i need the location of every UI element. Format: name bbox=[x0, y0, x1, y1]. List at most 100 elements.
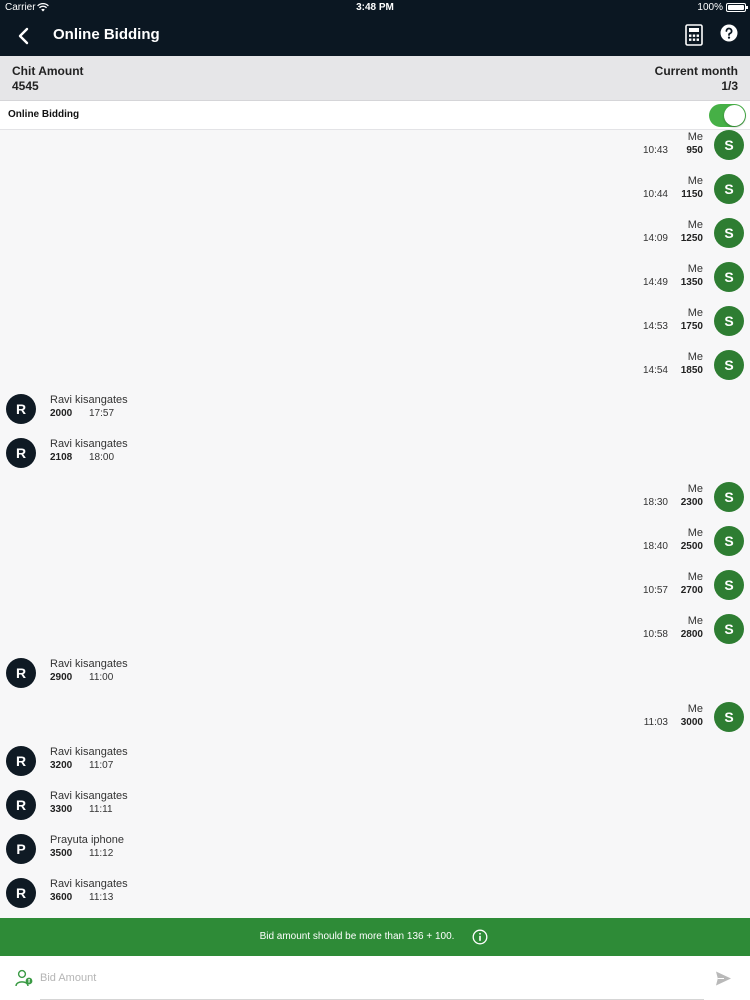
chit-info-bar: Chit Amount 4545 Current month 1/3 bbox=[0, 56, 750, 101]
status-bar: Carrier 3:48 PM 100% bbox=[0, 0, 750, 16]
bidder-avatar[interactable]: R bbox=[6, 394, 36, 424]
bid-item: R Ravi kisangates 2900 11:00 bbox=[0, 658, 750, 702]
bid-amount-input[interactable] bbox=[40, 966, 700, 990]
person-icon bbox=[14, 968, 34, 988]
bidder-name: Ravi kisangates bbox=[50, 394, 128, 406]
bid-time: 11:12 bbox=[89, 848, 114, 859]
help-button[interactable] bbox=[720, 24, 738, 42]
bidder-avatar[interactable]: S bbox=[714, 526, 744, 556]
bidder-name: Me bbox=[687, 571, 703, 583]
bid-rule-info-button[interactable] bbox=[472, 929, 488, 945]
bid-amount: 3600 bbox=[50, 892, 73, 903]
bid-item: S Me 2300 18:30 bbox=[0, 482, 750, 526]
bidder-avatar[interactable]: S bbox=[714, 702, 744, 732]
bid-time: 11:07 bbox=[89, 760, 114, 771]
bidder-name: Me bbox=[687, 351, 703, 363]
bidder-avatar[interactable]: S bbox=[714, 218, 744, 248]
bid-amount: 950 bbox=[686, 145, 703, 156]
bidder-avatar[interactable]: P bbox=[6, 834, 36, 864]
bidder-avatar[interactable]: S bbox=[714, 350, 744, 380]
bidder-avatar[interactable]: R bbox=[6, 658, 36, 688]
bid-item: R Ravi kisangates 3200 11:07 bbox=[0, 746, 750, 790]
bid-amount: 2300 bbox=[680, 497, 703, 508]
bidder-avatar[interactable]: S bbox=[714, 174, 744, 204]
bid-feed[interactable]: S Me 950 10:43 S Me 1150 10:44 S Me 1250 14:09 S Me 13… bbox=[0, 130, 750, 918]
bidder-name: Me bbox=[687, 703, 703, 715]
bidder-name: Me bbox=[687, 527, 703, 539]
bidder-name: Ravi kisangates bbox=[50, 790, 128, 802]
bid-item: R Ravi kisangates 2108 18:00 bbox=[0, 438, 750, 482]
bidder-avatar[interactable]: S bbox=[714, 482, 744, 512]
bid-time: 14:49 bbox=[642, 277, 668, 288]
bidder-name: Me bbox=[687, 307, 703, 319]
bid-amount: 3300 bbox=[50, 804, 73, 815]
bid-item: P Prayuta iphone 3500 11:12 bbox=[0, 834, 750, 878]
bid-item: S Me 1850 14:54 bbox=[0, 350, 750, 394]
bidder-avatar[interactable]: R bbox=[6, 878, 36, 908]
bid-time: 14:54 bbox=[642, 365, 668, 376]
bidder-name: Ravi kisangates bbox=[50, 438, 128, 450]
bid-amount: 2108 bbox=[50, 452, 73, 463]
bid-amount: 1250 bbox=[680, 233, 703, 244]
page-title: Online Bidding bbox=[53, 26, 160, 43]
bid-time: 11:00 bbox=[89, 672, 114, 683]
bid-time: 10:57 bbox=[642, 585, 668, 596]
calculator-button[interactable] bbox=[685, 24, 703, 46]
bid-amount: 1750 bbox=[680, 321, 703, 332]
bid-time: 14:53 bbox=[642, 321, 668, 332]
bid-time: 11:03 bbox=[643, 717, 668, 728]
bid-item: S Me 2800 10:58 bbox=[0, 614, 750, 658]
bidder-name: Ravi kisangates bbox=[50, 746, 128, 758]
bid-amount: 2000 bbox=[50, 408, 73, 419]
bid-time: 11:13 bbox=[89, 892, 114, 903]
send-icon bbox=[716, 971, 731, 986]
bid-amount: 2700 bbox=[680, 585, 703, 596]
bidder-avatar[interactable]: R bbox=[6, 438, 36, 468]
current-month-value: 1/3 bbox=[721, 79, 738, 93]
bid-item: R Ravi kisangates 3600 11:13 bbox=[0, 878, 750, 922]
bid-time: 11:11 bbox=[89, 804, 113, 815]
bid-time: 14:09 bbox=[642, 233, 668, 244]
bidder-name: Me bbox=[687, 263, 703, 275]
bid-amount: 2900 bbox=[50, 672, 73, 683]
bidder-name: Prayuta iphone bbox=[50, 834, 124, 846]
bid-amount: 3000 bbox=[680, 717, 703, 728]
bidder-name: Ravi kisangates bbox=[50, 658, 128, 670]
bid-amount: 1150 bbox=[681, 189, 703, 200]
online-bidding-row: Online Bidding bbox=[0, 101, 750, 130]
bid-amount: 1850 bbox=[680, 365, 703, 376]
battery-percent: 100% bbox=[697, 2, 723, 13]
bid-amount: 2500 bbox=[680, 541, 703, 552]
bid-time: 18:00 bbox=[89, 452, 115, 463]
bid-time: 17:57 bbox=[89, 408, 115, 419]
bidder-avatar[interactable]: S bbox=[714, 262, 744, 292]
bidder-avatar[interactable]: R bbox=[6, 790, 36, 820]
bid-time: 10:43 bbox=[642, 145, 668, 156]
chit-amount-value: 4545 bbox=[12, 79, 39, 93]
chit-amount: Chit Amount 4545 bbox=[12, 64, 84, 93]
current-month-label: Current month bbox=[654, 64, 738, 78]
chevron-left-icon bbox=[18, 27, 29, 45]
help-icon bbox=[720, 24, 738, 42]
bid-time: 10:58 bbox=[642, 629, 668, 640]
bid-item: S Me 3000 11:03 bbox=[0, 702, 750, 746]
send-button[interactable] bbox=[715, 970, 732, 987]
online-bidding-toggle[interactable] bbox=[709, 104, 746, 127]
bid-item: S Me 1350 14:49 bbox=[0, 262, 750, 306]
info-icon bbox=[472, 929, 488, 945]
bidder-avatar[interactable]: R bbox=[6, 746, 36, 776]
bidder-avatar[interactable]: S bbox=[714, 570, 744, 600]
bid-time: 18:40 bbox=[642, 541, 668, 552]
bidder-avatar[interactable]: S bbox=[714, 130, 744, 160]
bid-item: S Me 950 10:43 bbox=[0, 130, 750, 174]
bidder-avatar[interactable]: S bbox=[714, 306, 744, 336]
back-button[interactable] bbox=[12, 24, 34, 48]
bid-input-bar bbox=[0, 956, 750, 1000]
clock: 3:48 PM bbox=[356, 2, 394, 13]
bid-item: R Ravi kisangates 2000 17:57 bbox=[0, 394, 750, 438]
bid-amount: 3500 bbox=[50, 848, 73, 859]
bid-item: R Ravi kisangates 3300 11:11 bbox=[0, 790, 750, 834]
bidder-avatar[interactable]: S bbox=[714, 614, 744, 644]
bid-item: S Me 1250 14:09 bbox=[0, 218, 750, 262]
bidder-name: Me bbox=[687, 175, 703, 187]
